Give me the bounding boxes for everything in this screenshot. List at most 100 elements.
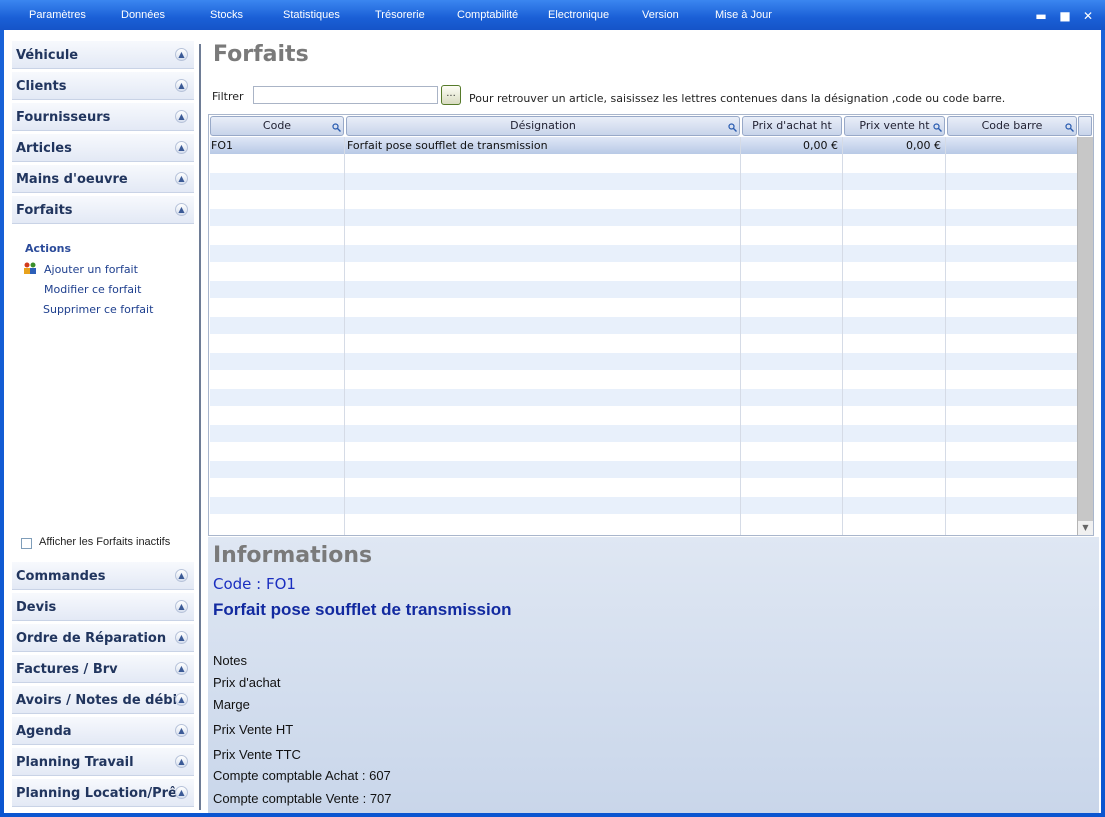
column-header-code[interactable]: Code <box>210 116 344 136</box>
menu-parametres[interactable]: Paramètres <box>29 9 86 21</box>
sidebar-section-label: Mains d'oeuvre <box>16 172 128 187</box>
chevron-up-icon[interactable]: ▲ <box>175 600 188 613</box>
show-inactive-checkbox[interactable] <box>21 538 32 549</box>
close-icon[interactable]: ✕ <box>1081 9 1095 23</box>
column-chooser-icon[interactable] <box>1078 116 1092 136</box>
empty-row <box>210 299 1077 317</box>
chevron-up-icon[interactable]: ▲ <box>175 631 188 644</box>
search-icon[interactable] <box>332 123 341 132</box>
delete-forfait-link[interactable]: Supprimer ce forfait <box>43 303 153 316</box>
filter-browse-button[interactable]: ... <box>441 85 461 105</box>
chevron-up-icon[interactable]: ▲ <box>175 662 188 675</box>
empty-row <box>210 317 1077 335</box>
chevron-up-icon[interactable]: ▲ <box>175 786 188 799</box>
table-row[interactable]: FO1 Forfait pose soufflet de transmissio… <box>210 137 1077 155</box>
vertical-scrollbar[interactable]: ▼ <box>1077 137 1093 535</box>
chevron-up-icon[interactable]: ▲ <box>175 724 188 737</box>
cell-prix-vente: 0,00 € <box>906 139 941 152</box>
edit-forfait-link[interactable]: Modifier ce forfait <box>44 283 141 296</box>
cell-code: FO1 <box>211 139 233 152</box>
chevron-up-icon[interactable]: ▲ <box>175 141 188 154</box>
menu-statistiques[interactable]: Statistiques <box>283 9 340 21</box>
show-inactive-label: Afficher les Forfaits inactifs <box>39 536 171 548</box>
chevron-up-icon[interactable]: ▲ <box>175 755 188 768</box>
add-forfait-icon <box>23 262 37 274</box>
sidebar-section-label: Articles <box>16 141 72 156</box>
sidebar-section-ordre-reparation[interactable]: Ordre de Réparation ▲ <box>12 624 194 652</box>
minimize-icon[interactable]: ▬ <box>1034 9 1048 23</box>
sidebar-section-commandes[interactable]: Commandes ▲ <box>12 562 194 590</box>
chevron-up-icon[interactable]: ▲ <box>175 172 188 185</box>
scroll-down-icon[interactable]: ▼ <box>1078 521 1093 535</box>
add-forfait-link[interactable]: Ajouter un forfait <box>44 263 138 276</box>
column-header-label: Prix vente ht <box>859 119 930 132</box>
column-header-label: Prix d'achat ht <box>752 119 832 132</box>
sidebar-section-forfaits[interactable]: Forfaits ▲ <box>12 196 194 224</box>
sidebar-section-label: Ordre de Réparation <box>16 631 167 646</box>
column-header-label: Code <box>262 119 292 132</box>
sidebar-section-avoirs[interactable]: Avoirs / Notes de débit ▲ <box>12 686 194 714</box>
menu-mise-a-jour[interactable]: Mise à Jour <box>715 9 772 21</box>
chevron-up-icon[interactable]: ▲ <box>175 693 188 706</box>
sidebar-section-clients[interactable]: Clients ▲ <box>12 72 194 100</box>
sidebar: Véhicule ▲ Clients ▲ Fournisseurs ▲ Arti… <box>8 38 198 813</box>
chevron-up-icon[interactable]: ▲ <box>175 569 188 582</box>
empty-row <box>210 407 1077 425</box>
menu-electronique[interactable]: Electronique <box>548 9 609 21</box>
search-icon[interactable] <box>728 123 737 132</box>
menu-comptabilite[interactable]: Comptabilité <box>457 9 518 21</box>
client-area: Véhicule ▲ Clients ▲ Fournisseurs ▲ Arti… <box>4 30 1101 813</box>
sidebar-section-factures[interactable]: Factures / Brv ▲ <box>12 655 194 683</box>
empty-row <box>210 479 1077 497</box>
information-panel: Informations Code : FO1 Forfait pose sou… <box>208 537 1099 813</box>
sidebar-section-planning-travail[interactable]: Planning Travail ▲ <box>12 748 194 776</box>
sidebar-section-label: Fournisseurs <box>16 110 111 125</box>
forfaits-table: Code Désignation Prix d'achat ht Prix ve… <box>208 114 1094 536</box>
menu-tresorerie[interactable]: Trésorerie <box>375 9 425 21</box>
column-header-prix-achat[interactable]: Prix d'achat ht <box>742 116 842 136</box>
cell-prix-achat: 0,00 € <box>803 139 838 152</box>
empty-row <box>210 497 1077 515</box>
maximize-icon[interactable]: ■ <box>1058 9 1072 23</box>
column-divider <box>344 137 345 535</box>
filter-input[interactable] <box>253 86 438 104</box>
search-icon[interactable] <box>1065 123 1074 132</box>
sidebar-section-label: Avoirs / Notes de débit <box>16 693 184 708</box>
chevron-up-icon[interactable]: ▲ <box>175 48 188 61</box>
menu-stocks[interactable]: Stocks <box>210 9 243 21</box>
sidebar-section-fournisseurs[interactable]: Fournisseurs ▲ <box>12 103 194 131</box>
sidebar-section-vehicule[interactable]: Véhicule ▲ <box>12 41 194 69</box>
info-notes: Notes <box>213 653 247 668</box>
empty-row <box>210 389 1077 407</box>
info-compte-achat: Compte comptable Achat : 607 <box>213 768 391 783</box>
empty-row <box>210 371 1077 389</box>
chevron-up-icon[interactable]: ▲ <box>175 79 188 92</box>
menu-donnees[interactable]: Données <box>121 9 165 21</box>
column-divider <box>945 137 946 535</box>
page-title: Forfaits <box>213 42 309 67</box>
filter-label: Filtrer <box>212 90 244 103</box>
empty-row <box>210 173 1077 191</box>
column-divider <box>842 137 843 535</box>
search-icon[interactable] <box>933 123 942 132</box>
column-header-designation[interactable]: Désignation <box>346 116 740 136</box>
sidebar-section-label: Factures / Brv <box>16 662 118 677</box>
empty-row <box>210 191 1077 209</box>
empty-row <box>210 443 1077 461</box>
sidebar-section-label: Planning Location/Prêt <box>16 786 184 801</box>
sidebar-section-devis[interactable]: Devis ▲ <box>12 593 194 621</box>
column-header-code-barre[interactable]: Code barre <box>947 116 1077 136</box>
sidebar-section-agenda[interactable]: Agenda ▲ <box>12 717 194 745</box>
column-header-label: Code barre <box>981 119 1043 132</box>
sidebar-section-articles[interactable]: Articles ▲ <box>12 134 194 162</box>
empty-row <box>210 461 1077 479</box>
chevron-up-icon[interactable]: ▲ <box>175 203 188 216</box>
chevron-up-icon[interactable]: ▲ <box>175 110 188 123</box>
menu-version[interactable]: Version <box>642 9 679 21</box>
column-header-prix-vente[interactable]: Prix vente ht <box>844 116 945 136</box>
sidebar-section-label: Devis <box>16 600 57 615</box>
sidebar-section-mains-oeuvre[interactable]: Mains d'oeuvre ▲ <box>12 165 194 193</box>
sidebar-section-planning-location[interactable]: Planning Location/Prêt ▲ <box>12 779 194 807</box>
sidebar-splitter[interactable] <box>199 44 201 810</box>
actions-title: Actions <box>25 242 71 255</box>
